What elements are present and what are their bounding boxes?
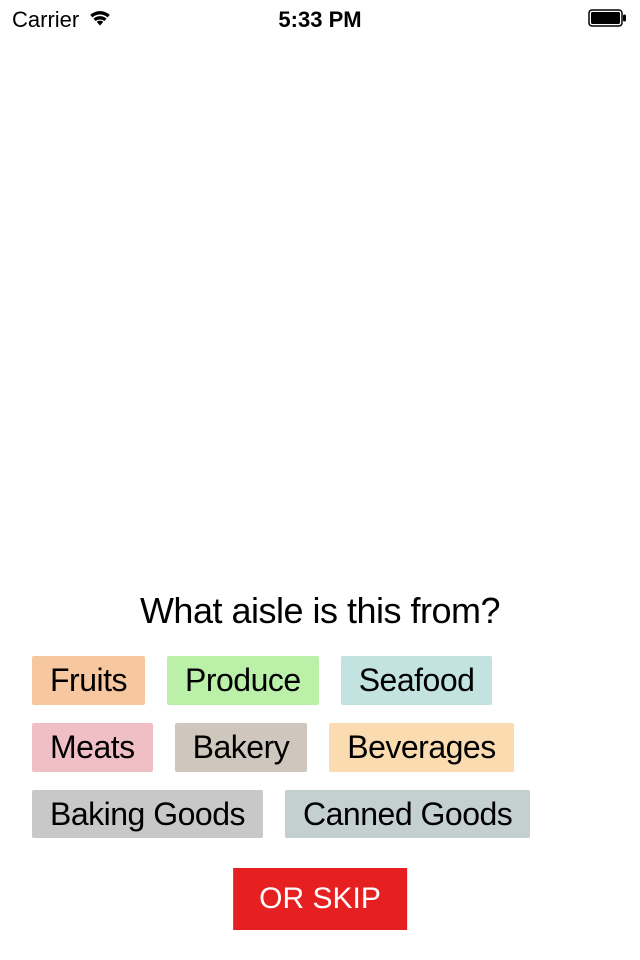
status-right	[588, 7, 628, 33]
battery-icon	[588, 7, 628, 33]
tag-canned-goods[interactable]: Canned Goods	[285, 790, 530, 839]
tag-baking-goods[interactable]: Baking Goods	[32, 790, 263, 839]
tag-fruits[interactable]: Fruits	[32, 656, 145, 705]
tag-produce[interactable]: Produce	[167, 656, 319, 705]
status-time: 5:33 PM	[278, 7, 361, 33]
tag-beverages[interactable]: Beverages	[329, 723, 513, 772]
skip-button[interactable]: OR SKIP	[233, 868, 407, 930]
tag-meats[interactable]: Meats	[32, 723, 153, 772]
status-left: Carrier	[12, 7, 113, 33]
main-content: What aisle is this from? Fruits Produce Se…	[0, 590, 640, 838]
tag-bakery[interactable]: Bakery	[175, 723, 308, 772]
wifi-icon	[87, 7, 113, 33]
status-bar: Carrier 5:33 PM	[0, 0, 640, 40]
question-text: What aisle is this from?	[32, 590, 608, 632]
tag-container: Fruits Produce Seafood Meats Bakery Beverages…	[32, 656, 608, 838]
carrier-label: Carrier	[12, 7, 79, 33]
tag-seafood[interactable]: Seafood	[341, 656, 493, 705]
